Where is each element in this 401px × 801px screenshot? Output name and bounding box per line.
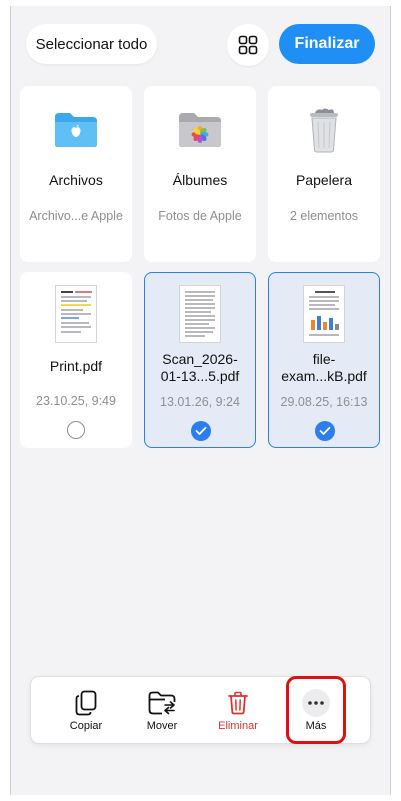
move-label: Mover	[146, 720, 178, 732]
file-scan-pdf[interactable]: Scan_2026- 01-13...5.pdf 13.01.26, 9:24	[144, 272, 256, 448]
screen: Seleccionar todo Finalizar Archivos Arch…	[10, 6, 391, 795]
folder-papelera[interactable]: Papelera 2 elementos	[268, 86, 380, 262]
photos-folder-icon	[179, 113, 221, 147]
selection-check[interactable]	[191, 421, 211, 441]
folder-albumes[interactable]: Álbumes Fotos de Apple	[144, 86, 256, 262]
copy-label: Copiar	[69, 720, 103, 732]
item-subtitle: 2 elementos	[289, 209, 359, 223]
copy-icon	[75, 690, 97, 716]
icloud-folder-icon	[55, 113, 97, 147]
grid-view-button[interactable]	[227, 24, 269, 66]
select-all-button[interactable]: Seleccionar todo	[26, 24, 157, 64]
item-subtitle: 29.08.25, 16:13	[280, 395, 368, 409]
item-title: Scan_2026- 01-13...5.pdf	[149, 351, 251, 385]
item-subtitle: 13.01.26, 9:24	[160, 395, 240, 409]
checkmark-icon	[195, 426, 207, 435]
item-subtitle: Archivo...e Apple	[29, 209, 123, 223]
grid-icon	[238, 35, 258, 55]
trash-bin-icon	[310, 108, 338, 153]
item-title: Print.pdf	[49, 358, 103, 374]
folder-archivos[interactable]: Archivos Archivo...e Apple	[20, 86, 132, 262]
pdf-thumbnail	[55, 285, 97, 343]
item-title-line2: 01-13...5.pdf	[160, 368, 240, 384]
delete-button[interactable]: Eliminar	[203, 677, 273, 743]
selection-check[interactable]	[315, 421, 335, 441]
selection-radio[interactable]	[67, 421, 85, 439]
checkmark-icon	[319, 426, 331, 435]
item-title-line2: exam...kB.pdf	[281, 368, 367, 384]
item-subtitle: Fotos de Apple	[158, 209, 242, 223]
item-title-line1: Scan_2026-	[162, 351, 238, 367]
done-button[interactable]: Finalizar	[279, 24, 375, 64]
item-title: file- exam...kB.pdf	[273, 351, 375, 385]
move-folder-icon	[148, 691, 176, 715]
item-title-line1: file-	[312, 351, 336, 367]
trash-icon	[228, 691, 248, 715]
copy-button[interactable]: Copiar	[51, 677, 121, 743]
item-title: Papelera	[295, 172, 353, 188]
item-subtitle: 23.10.25, 9:49	[36, 394, 116, 408]
delete-label: Eliminar	[218, 720, 258, 732]
item-title: Archivos	[49, 172, 103, 188]
file-exam-pdf[interactable]: file- exam...kB.pdf 29.08.25, 16:13	[268, 272, 380, 448]
more-button-highlight	[286, 676, 346, 744]
file-print-pdf[interactable]: Print.pdf 23.10.25, 9:49	[20, 272, 132, 448]
pdf-thumbnail	[179, 285, 221, 343]
move-button[interactable]: Mover	[127, 677, 197, 743]
item-title: Álbumes	[172, 172, 228, 188]
pdf-thumbnail	[303, 285, 345, 343]
